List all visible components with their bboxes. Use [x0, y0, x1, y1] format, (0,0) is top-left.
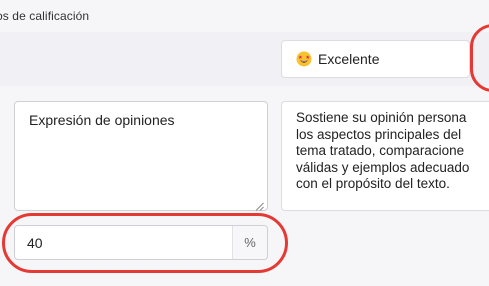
rubric-editor: os de calificación Excelente Expresión d…	[0, 0, 489, 286]
level-label: Excelente	[318, 51, 380, 67]
description-line: con el propósito del texto.	[296, 176, 450, 191]
section-title: os de calificación	[0, 9, 90, 23]
description-line: los aspectos principales del	[296, 126, 462, 142]
description-line: tema tratado, comparacione	[296, 143, 465, 158]
star-struck-face-icon	[296, 51, 312, 67]
percent-addon: %	[232, 226, 267, 259]
weight-value[interactable]: 40	[15, 235, 232, 251]
resize-handle-icon[interactable]	[255, 198, 264, 211]
description-line: Sostiene su opinión persona	[296, 110, 467, 125]
criterion-name-text: Expresión de opiniones	[29, 112, 175, 128]
description-line: válidas y ejemplos adecuado	[296, 159, 470, 175]
level-header-excelente[interactable]: Excelente	[281, 40, 470, 78]
level-description-cell[interactable]: Sostiene su opinión persona los aspectos…	[281, 101, 489, 211]
criterion-name-textarea[interactable]: Expresión de opiniones	[14, 101, 268, 211]
weight-percent-input[interactable]: 40 %	[14, 225, 268, 260]
